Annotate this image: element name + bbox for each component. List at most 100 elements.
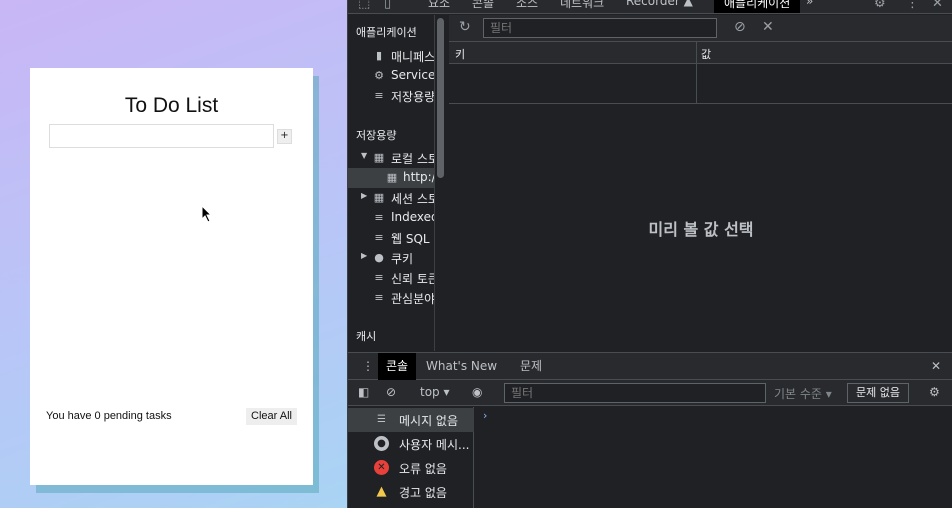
sidebar-item-trust-tokens[interactable]: ≡ 신뢰 토큰 xyxy=(348,268,435,288)
application-sidebar: 애플리케이션 ▮ 매니페스 ⚙ Service ≡ 저장용량 저장용량 ▼ ▦ … xyxy=(348,15,435,351)
drawer-tab-console[interactable]: 콘솔 xyxy=(378,353,417,380)
user-icon: ● xyxy=(374,436,389,451)
chevron-down-icon[interactable]: ▼ xyxy=(361,151,367,160)
sidebar-heading-cache: 캐시 xyxy=(356,330,377,343)
sidebar-item-cookies[interactable]: ▶ ● 쿠키 xyxy=(348,248,434,268)
drawer-menu-icon[interactable]: ⋮ xyxy=(362,353,374,380)
message-filter-label: 오류 없음 xyxy=(399,462,447,476)
close-devtools-icon[interactable]: ✕ xyxy=(932,0,943,11)
error-icon: ✕ xyxy=(374,460,389,475)
live-expression-eye-icon[interactable]: ◉ xyxy=(472,385,482,399)
sidebar-item-label: Service xyxy=(391,68,435,82)
sidebar-heading-application: 애플리케이션 xyxy=(356,26,417,39)
log-level-dropdown[interactable]: 기본 수준 ▾ xyxy=(774,385,832,402)
message-filter-warnings[interactable]: ▲ 경고 없음 xyxy=(348,480,474,504)
sidebar-item-label: Indexed xyxy=(391,210,435,224)
log-level-label: 기본 수준 xyxy=(774,387,822,401)
console-message-sidebar: ☰ 메시지 없음 ● 사용자 메시... ✕ 오류 없음 ▲ 경고 없음 xyxy=(348,407,474,508)
warning-icon: ▲ xyxy=(376,484,387,499)
console-filter-input[interactable] xyxy=(504,383,766,403)
settings-icon[interactable]: ⚙ xyxy=(874,0,886,11)
sidebar-vertical-scrollbar[interactable] xyxy=(437,18,444,178)
page-background: To Do List + You have 0 pending tasks Cl… xyxy=(0,0,347,508)
drawer-tab-whats-new[interactable]: What's New xyxy=(426,353,497,380)
clear-console-icon[interactable]: ⊘ xyxy=(386,385,396,399)
add-task-button[interactable]: + xyxy=(277,129,292,144)
sidebar-item-label: 세션 스토 xyxy=(391,192,435,206)
list-icon: ☰ xyxy=(377,414,386,425)
column-header-value[interactable]: 값 xyxy=(701,46,711,62)
sidebar-item-session-storage[interactable]: ▶ ▦ 세션 스토 xyxy=(348,188,435,208)
database-icon: ≡ xyxy=(374,231,384,244)
gear-icon: ⚙ xyxy=(374,69,384,82)
sidebar-item-interest-groups[interactable]: ≡ 관심분야 xyxy=(348,288,435,308)
tab-console[interactable]: 콘솔 xyxy=(472,0,494,11)
column-header-key[interactable]: 키 xyxy=(455,46,465,62)
mouse-cursor-icon xyxy=(201,205,213,223)
device-toggle-icon[interactable]: ▯ xyxy=(384,0,391,11)
sidebar-item-label: 신뢰 토큰 xyxy=(391,272,435,286)
sidebar-heading-storage: 저장용량 xyxy=(356,129,397,142)
sidebar-item-label: 웹 SQL xyxy=(391,232,430,246)
console-toolbar: ◧ ⊘ top ▾ ◉ 기본 수준 ▾ 문제 없음 ⚙ xyxy=(348,380,952,406)
devtools-panel: ⬚ ▯ 요소 콘솔 소스 네트워크 Recorder ▲ 애플리케이션 » ⚙ … xyxy=(347,0,952,508)
console-settings-icon[interactable]: ⚙ xyxy=(929,385,940,399)
database-icon: ≡ xyxy=(374,89,384,102)
more-options-icon[interactable]: ⋮ xyxy=(906,0,919,11)
issues-button[interactable]: 문제 없음 xyxy=(847,383,909,403)
sidebar-item-label: 쿠키 xyxy=(391,252,414,266)
todo-card: To Do List + You have 0 pending tasks Cl… xyxy=(30,68,313,485)
grid-icon: ▦ xyxy=(373,151,385,164)
sidebar-item-service-workers[interactable]: ⚙ Service xyxy=(348,66,435,86)
pending-tasks-text: You have 0 pending tasks xyxy=(46,410,172,422)
table-row-divider xyxy=(449,103,952,104)
clear-all-button[interactable]: Clear All xyxy=(246,408,297,425)
tab-sources[interactable]: 소스 xyxy=(516,0,538,11)
sidebar-item-label: 매니페스 xyxy=(391,50,435,64)
delete-selected-icon[interactable]: ✕ xyxy=(762,19,774,35)
database-icon: ≡ xyxy=(374,291,384,304)
message-filter-label: 경고 없음 xyxy=(399,486,447,500)
grid-icon: ▦ xyxy=(386,171,398,184)
grid-icon: ▦ xyxy=(373,191,385,204)
storage-toolbar: ↻ ⊘ ✕ xyxy=(449,15,952,42)
sidebar-item-indexeddb[interactable]: ≡ Indexed xyxy=(348,208,435,228)
storage-filter-input[interactable] xyxy=(483,18,717,38)
inspect-element-icon[interactable]: ⬚ xyxy=(358,0,370,11)
message-filter-all[interactable]: ☰ 메시지 없음 xyxy=(348,408,474,432)
tab-elements[interactable]: 요소 xyxy=(428,0,450,11)
more-tabs-button[interactable]: » xyxy=(806,0,813,8)
console-prompt-chevron-icon[interactable]: › xyxy=(483,409,487,422)
sidebar-item-label: http:/ xyxy=(403,170,435,184)
todo-input[interactable] xyxy=(49,124,274,148)
chevron-right-icon[interactable]: ▶ xyxy=(361,251,367,260)
drawer-tab-issues[interactable]: 문제 xyxy=(520,353,542,380)
sidebar-item-label: 로컬 스토 xyxy=(391,152,435,166)
message-filter-label: 메시지 없음 xyxy=(399,414,459,428)
chevron-right-icon[interactable]: ▶ xyxy=(361,191,367,200)
sidebar-toggle-icon[interactable]: ◧ xyxy=(358,385,369,399)
sidebar-item-label: 관심분야 xyxy=(391,292,435,306)
clear-all-icon[interactable]: ⊘ xyxy=(734,19,746,35)
sidebar-item-local-storage[interactable]: ▼ ▦ 로컬 스토 xyxy=(348,148,435,168)
sidebar-item-manifest[interactable]: ▮ 매니페스 xyxy=(348,46,435,66)
message-filter-errors[interactable]: ✕ 오류 없음 xyxy=(348,456,474,480)
sidebar-item-label: 저장용량 xyxy=(391,90,435,104)
kv-table-header: 키 값 xyxy=(449,42,952,64)
column-divider[interactable] xyxy=(696,42,697,103)
tab-recorder[interactable]: Recorder ▲ xyxy=(626,0,693,8)
file-icon: ▮ xyxy=(375,49,383,62)
todo-title: To Do List xyxy=(124,94,219,117)
close-drawer-icon[interactable]: ✕ xyxy=(931,353,941,380)
database-icon: ≡ xyxy=(374,211,384,224)
tab-application[interactable]: 애플리케이션 xyxy=(714,0,801,13)
sidebar-item-storage[interactable]: ≡ 저장용량 xyxy=(348,86,435,106)
context-label: top xyxy=(420,385,440,399)
tab-network[interactable]: 네트워크 xyxy=(560,0,604,11)
context-selector[interactable]: top ▾ xyxy=(420,385,450,399)
message-filter-user[interactable]: ● 사용자 메시... xyxy=(348,432,474,456)
refresh-icon[interactable]: ↻ xyxy=(459,19,471,35)
sidebar-item-web-sql[interactable]: ≡ 웹 SQL xyxy=(348,228,434,248)
sidebar-item-local-origin[interactable]: ▦ http:/ xyxy=(348,168,435,188)
cookie-icon: ● xyxy=(374,251,384,264)
